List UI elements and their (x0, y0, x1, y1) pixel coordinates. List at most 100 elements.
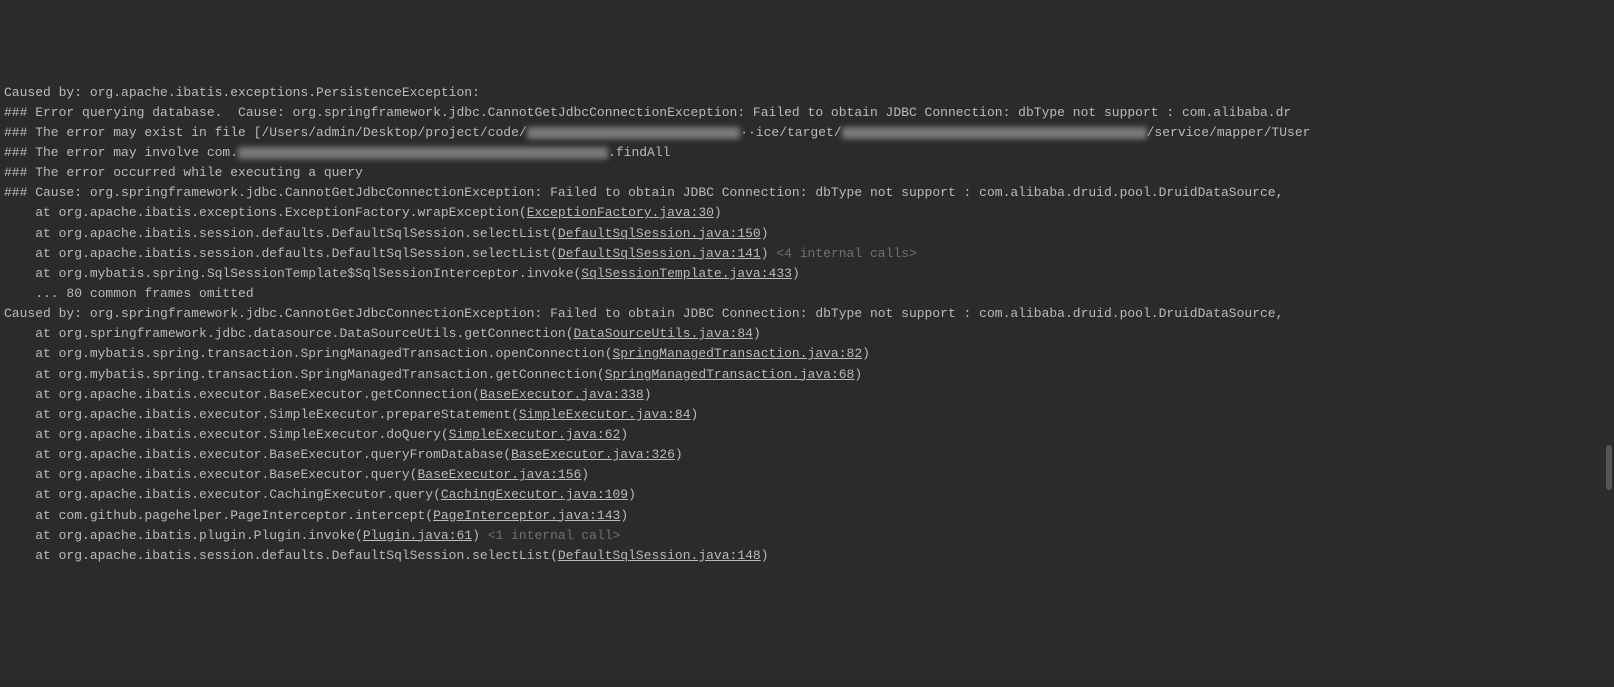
log-text: ### Cause: org.springframework.jdbc.Cann… (4, 185, 1283, 200)
internal-calls-note: <1 internal call> (480, 528, 620, 543)
stack-trace-line: at org.apache.ibatis.executor.BaseExecut… (0, 465, 1614, 485)
stack-trace-line: at org.apache.ibatis.plugin.Plugin.invok… (0, 526, 1614, 546)
stack-indent: at (4, 326, 59, 341)
stack-trace-line: at org.apache.ibatis.executor.SimpleExec… (0, 405, 1614, 425)
log-text-suffix: /service/mapper/TUser (1147, 125, 1311, 140)
stack-tail: ) (644, 387, 652, 402)
scrollbar-thumb[interactable] (1606, 445, 1612, 490)
stack-tail: ) (620, 427, 628, 442)
stack-indent: at (4, 407, 59, 422)
stack-class-method: org.apache.ibatis.executor.SimpleExecuto… (59, 407, 519, 422)
source-link[interactable]: CachingExecutor.java:109 (441, 487, 628, 502)
stack-indent: at (4, 346, 59, 361)
stack-indent: at (4, 367, 59, 382)
stack-tail: ) (581, 467, 589, 482)
stack-tail: ) (714, 205, 722, 220)
redacted-segment (527, 127, 741, 139)
stack-trace-line: ### Error querying database. Cause: org.… (0, 103, 1614, 123)
log-text: ### The error occurred while executing a… (4, 165, 363, 180)
stack-indent: at (4, 387, 59, 402)
stack-trace-line: at org.mybatis.spring.transaction.Spring… (0, 365, 1614, 385)
stack-tail: ) (761, 246, 769, 261)
source-link[interactable]: SpringManagedTransaction.java:68 (605, 367, 855, 382)
source-link[interactable]: SimpleExecutor.java:62 (449, 427, 621, 442)
source-link[interactable]: Plugin.java:61 (363, 528, 472, 543)
source-link[interactable]: BaseExecutor.java:156 (417, 467, 581, 482)
stack-tail: ) (862, 346, 870, 361)
stack-class-method: org.apache.ibatis.exceptions.ExceptionFa… (59, 205, 527, 220)
stack-class-method: org.apache.ibatis.session.defaults.Defau… (59, 548, 558, 563)
log-text-fragment: ··ice/target/ (740, 125, 841, 140)
stack-tail: ) (753, 326, 761, 341)
source-link[interactable]: DefaultSqlSession.java:148 (558, 548, 761, 563)
source-link[interactable]: DataSourceUtils.java:84 (574, 326, 753, 341)
source-link[interactable]: SpringManagedTransaction.java:82 (613, 346, 863, 361)
stack-trace-line: at org.apache.ibatis.session.defaults.De… (0, 224, 1614, 244)
stack-class-method: org.apache.ibatis.executor.BaseExecutor.… (59, 467, 418, 482)
source-link[interactable]: ExceptionFactory.java:30 (527, 205, 714, 220)
stack-class-method: org.apache.ibatis.session.defaults.Defau… (59, 246, 558, 261)
stack-trace-line: at org.apache.ibatis.executor.BaseExecut… (0, 445, 1614, 465)
log-text: ### The error may exist in file [/Users/… (4, 125, 527, 140)
stack-class-method: org.mybatis.spring.transaction.SpringMan… (59, 367, 605, 382)
source-link[interactable]: SqlSessionTemplate.java:433 (581, 266, 792, 281)
log-text: ### The error may involve com. (4, 145, 238, 160)
stack-indent: at (4, 266, 59, 281)
stack-indent: at (4, 548, 59, 563)
stack-trace-line: at org.apache.ibatis.session.defaults.De… (0, 244, 1614, 264)
stack-indent: at (4, 246, 59, 261)
stack-tail: ) (792, 266, 800, 281)
stack-class-method: org.mybatis.spring.transaction.SpringMan… (59, 346, 613, 361)
log-text: Caused by: org.apache.ibatis.exceptions.… (4, 85, 480, 100)
stack-indent: at (4, 467, 59, 482)
stack-tail: ) (761, 226, 769, 241)
stack-trace-line: at org.springframework.jdbc.datasource.D… (0, 324, 1614, 344)
stack-tail: ) (472, 528, 480, 543)
log-text-suffix: .findAll (608, 145, 670, 160)
stack-tail: ) (761, 548, 769, 563)
stack-class-method: org.mybatis.spring.SqlSessionTemplate$Sq… (59, 266, 582, 281)
stack-trace-line: Caused by: org.apache.ibatis.exceptions.… (0, 83, 1614, 103)
source-link[interactable]: BaseExecutor.java:326 (511, 447, 675, 462)
console-output: Caused by: org.apache.ibatis.exceptions.… (0, 83, 1614, 566)
internal-calls-note: <4 internal calls> (769, 246, 917, 261)
stack-trace-line: at org.mybatis.spring.SqlSessionTemplate… (0, 264, 1614, 284)
source-link[interactable]: DefaultSqlSession.java:150 (558, 226, 761, 241)
source-link[interactable]: DefaultSqlSession.java:141 (558, 246, 761, 261)
stack-class-method: org.apache.ibatis.executor.BaseExecutor.… (59, 387, 480, 402)
log-text: ... 80 common frames omitted (4, 286, 254, 301)
source-link[interactable]: BaseExecutor.java:338 (480, 387, 644, 402)
stack-class-method: com.github.pagehelper.PageInterceptor.in… (59, 508, 433, 523)
stack-trace-line: ... 80 common frames omitted (0, 284, 1614, 304)
stack-indent: at (4, 508, 59, 523)
stack-trace-line: ### The error may exist in file [/Users/… (0, 123, 1614, 143)
stack-class-method: org.springframework.jdbc.datasource.Data… (59, 326, 574, 341)
stack-class-method: org.apache.ibatis.executor.CachingExecut… (59, 487, 441, 502)
stack-class-method: org.apache.ibatis.session.defaults.Defau… (59, 226, 558, 241)
stack-trace-line: at org.apache.ibatis.executor.SimpleExec… (0, 425, 1614, 445)
stack-tail: ) (628, 487, 636, 502)
stack-trace-line: ### The error may involve com. .findAll (0, 143, 1614, 163)
stack-indent: at (4, 427, 59, 442)
stack-trace-line: at org.apache.ibatis.exceptions.Exceptio… (0, 203, 1614, 223)
stack-trace-line: at org.apache.ibatis.session.defaults.De… (0, 546, 1614, 566)
stack-tail: ) (691, 407, 699, 422)
stack-trace-line: at com.github.pagehelper.PageInterceptor… (0, 506, 1614, 526)
log-text: ### Error querying database. Cause: org.… (4, 105, 1291, 120)
stack-class-method: org.apache.ibatis.executor.SimpleExecuto… (59, 427, 449, 442)
stack-trace-line: at org.apache.ibatis.executor.BaseExecut… (0, 385, 1614, 405)
redacted-segment (238, 147, 608, 159)
stack-trace-line: ### The error occurred while executing a… (0, 163, 1614, 183)
stack-indent: at (4, 226, 59, 241)
stack-indent: at (4, 447, 59, 462)
stack-indent: at (4, 205, 59, 220)
stack-trace-line: at org.mybatis.spring.transaction.Spring… (0, 344, 1614, 364)
source-link[interactable]: PageInterceptor.java:143 (433, 508, 620, 523)
log-text: Caused by: org.springframework.jdbc.Cann… (4, 306, 1283, 321)
stack-tail: ) (620, 508, 628, 523)
stack-trace-line: at org.apache.ibatis.executor.CachingExe… (0, 485, 1614, 505)
stack-class-method: org.apache.ibatis.executor.BaseExecutor.… (59, 447, 511, 462)
stack-tail: ) (675, 447, 683, 462)
stack-trace-line: Caused by: org.springframework.jdbc.Cann… (0, 304, 1614, 324)
source-link[interactable]: SimpleExecutor.java:84 (519, 407, 691, 422)
